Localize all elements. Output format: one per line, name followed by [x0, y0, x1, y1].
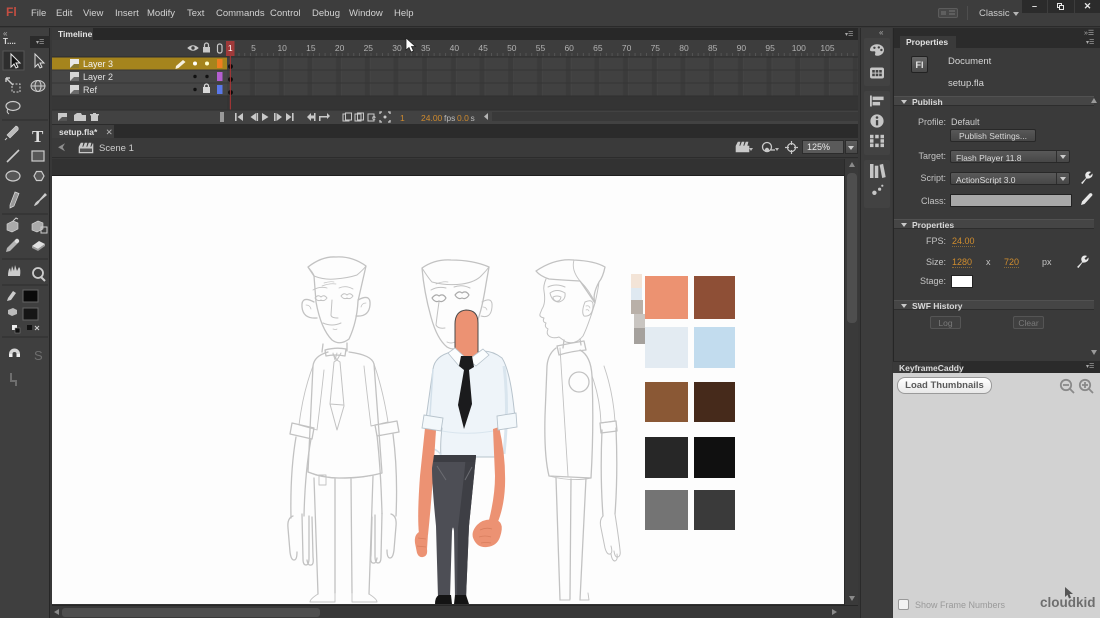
- svg-text:95: 95: [765, 43, 775, 53]
- svg-text:90: 90: [737, 43, 747, 53]
- svg-text:1: 1: [400, 113, 405, 123]
- svg-text:75: 75: [651, 43, 661, 53]
- svg-text:40: 40: [450, 43, 460, 53]
- svg-text:50: 50: [507, 43, 517, 53]
- svg-text:T: T: [32, 127, 44, 146]
- svg-text:S: S: [34, 348, 43, 363]
- svg-text:55: 55: [536, 43, 546, 53]
- svg-text:Layer 3: Layer 3: [83, 59, 113, 69]
- svg-text:0.0 s: 0.0 s: [457, 113, 475, 123]
- svg-text:80: 80: [679, 43, 689, 53]
- svg-text:45: 45: [478, 43, 488, 53]
- svg-text:100: 100: [792, 43, 806, 53]
- svg-text:15: 15: [306, 43, 316, 53]
- svg-text:70: 70: [622, 43, 632, 53]
- svg-text:Ref: Ref: [83, 85, 98, 95]
- svg-text:20: 20: [335, 43, 345, 53]
- svg-text:105: 105: [820, 43, 834, 53]
- svg-text:1: 1: [228, 43, 233, 53]
- svg-text:60: 60: [564, 43, 574, 53]
- svg-text:e: e: [372, 115, 376, 122]
- svg-text:35: 35: [421, 43, 431, 53]
- svg-text:24.00 fps: 24.00 fps: [421, 113, 455, 123]
- svg-text:30: 30: [392, 43, 402, 53]
- svg-text:10: 10: [277, 43, 287, 53]
- svg-text:65: 65: [593, 43, 603, 53]
- svg-text:85: 85: [708, 43, 718, 53]
- svg-text:Layer 2: Layer 2: [83, 72, 113, 82]
- svg-text:5: 5: [251, 43, 256, 53]
- svg-text:25: 25: [364, 43, 374, 53]
